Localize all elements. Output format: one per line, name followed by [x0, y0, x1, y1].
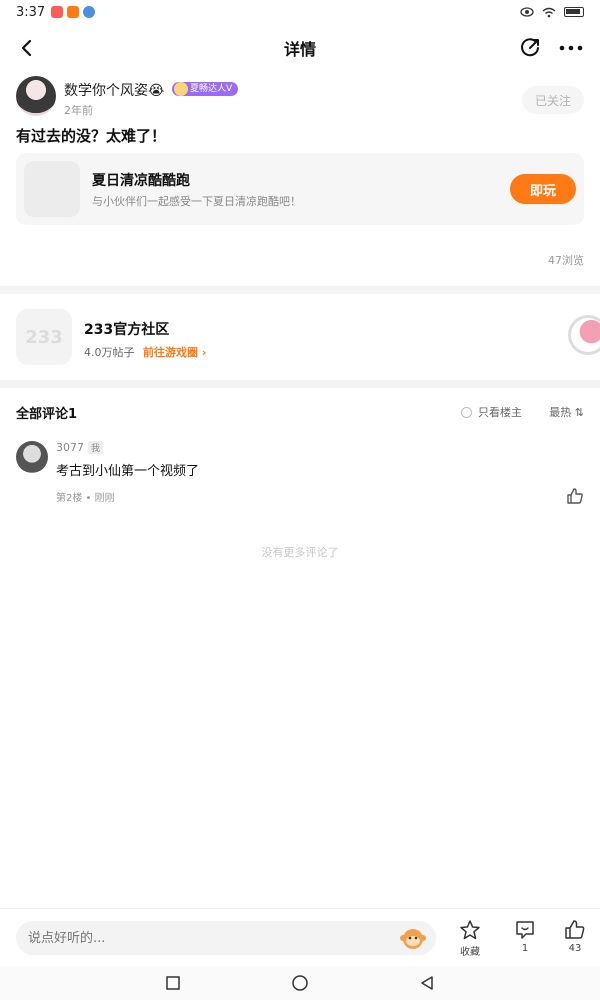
comment-input[interactable] [16, 921, 436, 955]
post-text: 有过去的没？太难了！ [16, 127, 167, 145]
no-more-comments: 没有更多评论了 [261, 546, 339, 559]
recents-square-icon[interactable] [165, 975, 181, 991]
app-notification-icon [83, 6, 96, 18]
collect-button[interactable]: 收藏 [450, 919, 490, 963]
commenter-name[interactable]: 3077 [56, 441, 84, 454]
star-icon [460, 920, 480, 940]
community-post-count: 4.0万帖子 [84, 346, 135, 359]
eye-icon [520, 7, 534, 17]
radio-icon [461, 406, 472, 418]
back-triangle-icon[interactable] [419, 975, 435, 991]
app-notification-icon [67, 6, 80, 18]
notification-icons [51, 6, 96, 18]
share-icon [521, 38, 539, 57]
post-author-row: 数学你个风姿😭 夏畅达人V 2年前 已关注 [16, 76, 584, 120]
system-navigation-bar [0, 966, 600, 1000]
post-time: 2年前 [64, 104, 93, 117]
game-description: 与小伙伴们一起感受一下夏日清凉跑酷吧！ [92, 195, 301, 208]
author-name[interactable]: 数学你个风姿😭 [64, 80, 164, 100]
community-card[interactable]: 233 233官方社区 4.0万帖子 前往游戏圈 › [16, 305, 600, 369]
community-name: 233官方社区 [84, 322, 170, 338]
like-button[interactable]: 43 [555, 919, 595, 963]
author-badge: 夏畅达人V [172, 82, 239, 96]
like-count: 43 [568, 943, 582, 954]
author-avatar[interactable] [16, 76, 56, 116]
comment-bubble-icon [516, 921, 534, 939]
only-op-label: 只看楼主 [478, 406, 522, 419]
follow-button[interactable]: 已关注 [522, 86, 584, 114]
comment-count: 1 [521, 943, 529, 954]
home-circle-icon[interactable] [291, 974, 309, 992]
status-bar: 3:37 [0, 0, 600, 24]
thumbs-up-icon [565, 920, 585, 939]
community-logo: 233 [16, 309, 72, 365]
sort-button[interactable]: 最热 ⇅ [549, 404, 584, 420]
section-divider [0, 286, 600, 294]
me-tag: 我 [88, 441, 104, 454]
floating-ball-button[interactable] [568, 315, 600, 355]
comment-meta: 第2楼 • 刚刚 [56, 493, 115, 504]
emoji-button[interactable] [400, 926, 426, 950]
battery-icon [564, 7, 584, 17]
play-button[interactable]: 即玩 [510, 174, 576, 204]
more-dots-icon [559, 45, 583, 51]
commenter-info: 3077 我 [56, 441, 104, 454]
thumbs-up-icon [567, 488, 583, 504]
game-thumbnail [24, 161, 80, 217]
section-divider [0, 380, 600, 388]
comment-item: 3077 我 考古到小仙第一个视频了 第2楼 • 刚刚 [16, 437, 584, 507]
game-title: 夏日清凉酷酷跑 [92, 173, 190, 189]
status-indicators [520, 7, 584, 18]
comments-title: 全部评论1 [16, 407, 78, 422]
comments-header: 全部评论1 只看楼主 最热 ⇅ [16, 397, 584, 425]
comment-text: 考古到小仙第一个视频了 [56, 464, 200, 479]
game-card[interactable]: 夏日清凉酷酷跑 与小伙伴们一起感受一下夏日清凉跑酷吧！ 即玩 [16, 153, 584, 225]
more-options-button[interactable] [556, 34, 586, 62]
go-to-game-circle-link[interactable]: 前往游戏圈 › [143, 344, 206, 360]
monkey-emoji-icon [400, 929, 426, 949]
dog-badge-icon [174, 82, 188, 96]
wifi-icon [542, 7, 556, 17]
page-title: 详情 [283, 40, 316, 59]
share-button[interactable] [516, 34, 544, 62]
view-count: 47浏览 [548, 254, 584, 267]
collect-label: 收藏 [460, 947, 480, 958]
top-app-bar: 详情 [0, 24, 600, 72]
status-time: 3:37 [16, 4, 46, 20]
bottom-action-bar: 收藏 1 43 [0, 908, 600, 966]
commenter-avatar[interactable] [16, 441, 48, 473]
comment-count-button[interactable]: 1 [505, 919, 545, 963]
badge-label: 夏畅达人V [190, 84, 233, 94]
comment-like-button[interactable] [566, 487, 584, 505]
app-notification-icon [51, 6, 64, 18]
only-op-toggle[interactable]: 只看楼主 [461, 404, 522, 420]
